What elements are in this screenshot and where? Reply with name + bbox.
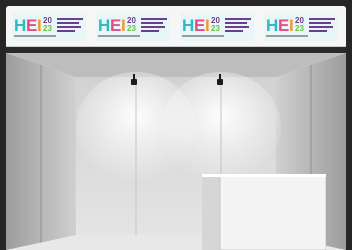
svg-text:H: H bbox=[98, 16, 110, 35]
svg-text:E: E bbox=[194, 16, 205, 35]
spotlight-icon bbox=[216, 74, 224, 86]
hei-2023-logo: H E I 20 23 bbox=[264, 13, 338, 41]
svg-text:I: I bbox=[121, 16, 126, 35]
exhibition-booth: H E I 20 23 H E I 20 23 H E I 20 23 H E … bbox=[6, 6, 346, 250]
svg-text:23: 23 bbox=[43, 24, 52, 33]
svg-text:23: 23 bbox=[127, 24, 136, 33]
svg-text:H: H bbox=[266, 16, 278, 35]
svg-text:I: I bbox=[37, 16, 42, 35]
hei-2023-logo: H E I 20 23 bbox=[180, 13, 254, 41]
svg-text:H: H bbox=[14, 16, 26, 35]
svg-text:E: E bbox=[278, 16, 289, 35]
hei-2023-logo: H E I 20 23 bbox=[12, 13, 86, 41]
svg-text:23: 23 bbox=[211, 24, 220, 33]
booth-fascia-banner: H E I 20 23 H E I 20 23 H E I 20 23 H E … bbox=[6, 6, 346, 47]
reception-counter bbox=[202, 174, 326, 250]
svg-text:H: H bbox=[182, 16, 194, 35]
svg-text:I: I bbox=[289, 16, 294, 35]
hei-2023-logo: H E I 20 23 bbox=[96, 13, 170, 41]
spotlight-icon bbox=[130, 74, 138, 86]
svg-text:E: E bbox=[110, 16, 121, 35]
svg-text:I: I bbox=[205, 16, 210, 35]
svg-text:E: E bbox=[26, 16, 37, 35]
svg-text:23: 23 bbox=[295, 24, 304, 33]
